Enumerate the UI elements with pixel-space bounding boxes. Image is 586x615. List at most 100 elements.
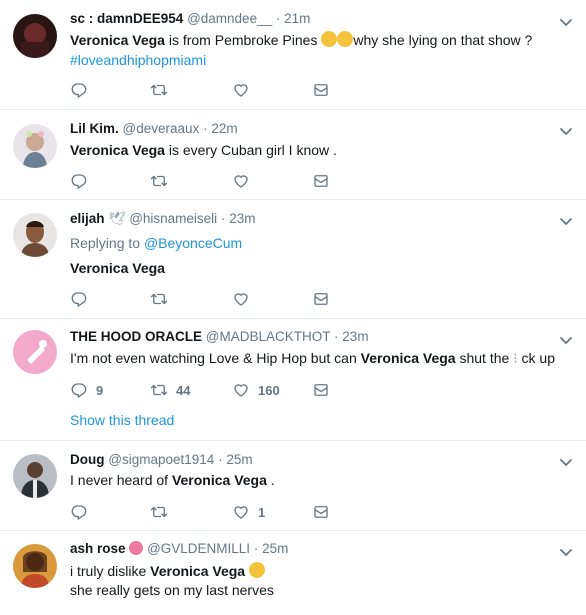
tweet-text-bold: Veronica Vega xyxy=(360,350,456,366)
tweet-text-bold: Veronica Vega xyxy=(70,32,165,48)
display-name[interactable]: elijah xyxy=(70,211,105,226)
like-button[interactable] xyxy=(232,289,250,309)
rofl-emoji-icon xyxy=(321,31,338,47)
retweet-button[interactable] xyxy=(150,502,168,522)
like-button[interactable] xyxy=(232,80,250,100)
tweet-text: she really gets on my last nerves xyxy=(70,582,274,598)
envelope-icon xyxy=(312,503,330,521)
tweet-timestamp[interactable]: 23m xyxy=(229,211,255,226)
tweet-text: ck up xyxy=(521,350,555,366)
retweet-count: 44 xyxy=(176,382,191,398)
chevron-down-icon[interactable] xyxy=(558,14,574,30)
tweet-timestamp[interactable]: 23m xyxy=(342,329,368,344)
user-handle[interactable]: @hisnameiseli xyxy=(129,211,217,226)
retweet-button[interactable]: 44 xyxy=(150,380,190,400)
user-avatar[interactable] xyxy=(13,14,57,58)
reply-button[interactable] xyxy=(70,289,88,309)
tweet-timestamp[interactable]: 21m xyxy=(284,11,310,26)
like-count: 1 xyxy=(258,504,266,520)
tweet-text-bold: Veronica Vega xyxy=(70,142,165,158)
reply-button[interactable] xyxy=(70,502,88,522)
reply-button[interactable]: 9 xyxy=(70,380,103,400)
chevron-down-icon[interactable] xyxy=(558,454,574,470)
direct-message-button[interactable] xyxy=(312,502,330,522)
user-handle[interactable]: @sigmapoet1914 xyxy=(108,452,214,467)
display-name[interactable]: Lil Kim. xyxy=(70,121,119,136)
retweet-icon xyxy=(150,172,168,190)
user-handle[interactable]: @MADBLACKTHOT xyxy=(206,329,330,344)
envelope-icon xyxy=(312,81,330,99)
user-handle[interactable]: @damndee__ xyxy=(187,11,272,26)
separator-dot: · xyxy=(218,452,223,467)
tweet-timestamp[interactable]: 22m xyxy=(211,121,237,136)
reply-icon xyxy=(70,381,88,399)
user-avatar[interactable] xyxy=(13,213,57,257)
rofl-emoji-icon xyxy=(337,31,354,47)
chevron-down-icon[interactable] xyxy=(558,123,574,139)
censored-glyph-icon: ⁝ xyxy=(513,350,518,366)
tweet-timestamp[interactable]: 25m xyxy=(226,452,252,467)
chevron-down-icon[interactable] xyxy=(558,213,574,229)
tweet-text-bold: Veronica Vega xyxy=(171,472,267,488)
retweet-icon xyxy=(150,503,168,521)
display-name[interactable]: Doug xyxy=(70,452,105,467)
direct-message-button[interactable] xyxy=(312,380,330,400)
retweet-button[interactable] xyxy=(150,289,168,309)
separator-dot: · xyxy=(220,211,226,226)
show-thread-link[interactable]: Show this thread xyxy=(70,412,174,428)
tweet-card[interactable]: sc : damnDEE954 @damndee__ · 21m Veronic… xyxy=(0,0,586,110)
heart-icon xyxy=(232,290,250,308)
separator-dot: · xyxy=(253,541,259,556)
retweet-button[interactable] xyxy=(150,171,168,191)
direct-message-button[interactable] xyxy=(312,171,330,191)
retweet-button[interactable] xyxy=(150,80,168,100)
user-avatar[interactable] xyxy=(13,544,57,588)
direct-message-button[interactable] xyxy=(312,80,330,100)
envelope-icon xyxy=(312,381,330,399)
retweet-icon xyxy=(150,81,168,99)
display-name[interactable]: THE HOOD ORACLE xyxy=(70,329,202,344)
like-button[interactable] xyxy=(232,171,250,191)
like-button[interactable]: 160 xyxy=(232,380,280,400)
tweet-card[interactable]: elijah 🕊 @hisnameiseli · 23m Replying to… xyxy=(0,199,586,319)
user-avatar[interactable] xyxy=(13,454,57,498)
direct-message-button[interactable] xyxy=(312,289,330,309)
user-avatar[interactable] xyxy=(13,124,57,168)
heart-icon xyxy=(232,81,250,99)
reply-button[interactable] xyxy=(70,171,88,191)
user-handle[interactable]: @deveraaux xyxy=(123,121,200,136)
tweet-text: shut the xyxy=(455,350,514,366)
tweet-text: . xyxy=(266,472,275,488)
like-button[interactable]: 1 xyxy=(232,502,265,522)
reply-icon xyxy=(70,172,88,190)
tweet-card[interactable]: Lil Kim. @deveraaux · 22m Veronica Vega … xyxy=(0,109,586,200)
tweet-card[interactable]: Doug @sigmapoet1914 · 25m I never heard … xyxy=(0,440,586,531)
retweet-icon xyxy=(150,290,168,308)
heart-icon xyxy=(232,503,250,521)
tweet-text-bold: Veronica Vega xyxy=(150,563,246,579)
heart-icon xyxy=(232,172,250,190)
user-handle[interactable]: @GVLDENMILLI xyxy=(147,541,250,556)
tweet-text-bold: Veronica Vega xyxy=(70,260,165,276)
display-name[interactable]: ash rose xyxy=(70,541,126,556)
chevron-down-icon[interactable] xyxy=(558,332,574,348)
envelope-icon xyxy=(312,290,330,308)
tweet-timestamp[interactable]: 25m xyxy=(262,541,288,556)
tweet-text: is from Pembroke Pines xyxy=(164,32,322,48)
envelope-icon xyxy=(312,172,330,190)
separator-dot: · xyxy=(203,121,208,136)
display-name[interactable]: sc : damnDEE954 xyxy=(70,11,183,26)
chevron-down-icon[interactable] xyxy=(558,544,574,560)
tweet-card[interactable]: ash rose @GVLDENMILLI · 25m i truly disl… xyxy=(0,530,586,615)
tweet-card[interactable]: THE HOOD ORACLE @MADBLACKTHOT · 23m I'm … xyxy=(0,318,586,441)
hashtag-link[interactable]: #loveandhiphopmiami xyxy=(70,52,206,68)
dove-emoji-icon: 🕊 xyxy=(108,211,126,226)
separator-dot: · xyxy=(334,329,339,344)
expressionless-emoji-icon xyxy=(248,562,265,578)
user-avatar[interactable] xyxy=(13,330,57,374)
mention-link[interactable]: @BeyonceCum xyxy=(144,235,242,251)
reply-button[interactable] xyxy=(70,80,88,100)
reply-count: 9 xyxy=(96,382,104,398)
tweet-text: I never heard of xyxy=(70,472,172,488)
tweet-text: I'm not even watching Love & Hip Hop but… xyxy=(70,350,361,366)
